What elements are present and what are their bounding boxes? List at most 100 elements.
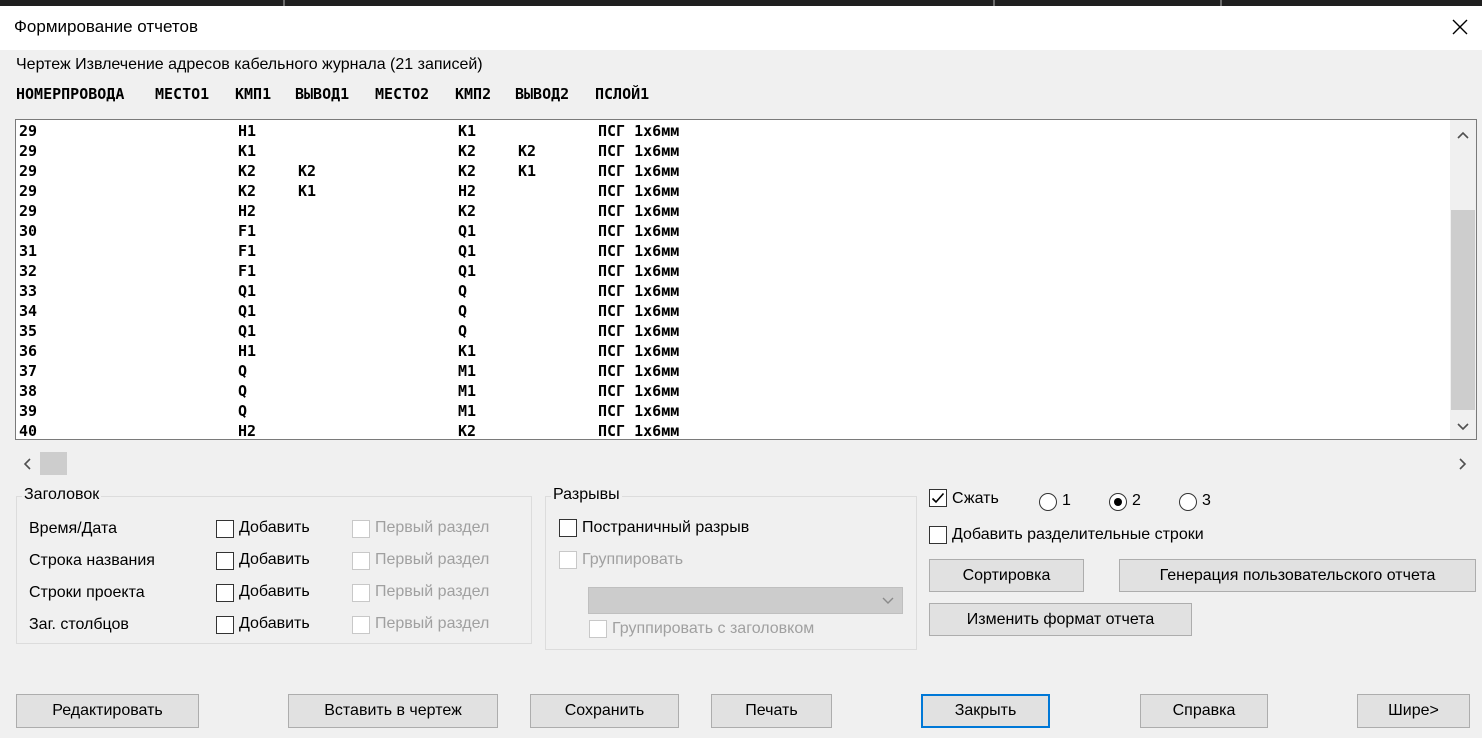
separator-rows-label[interactable]: Добавить разделительные строки bbox=[952, 526, 1204, 544]
table-cell: ПСГ 1х6мм bbox=[598, 302, 680, 320]
group-checkbox[interactable] bbox=[559, 551, 577, 569]
table-cell: 39 bbox=[19, 402, 38, 420]
title-line-add-label[interactable]: Добавить bbox=[239, 551, 310, 569]
table-cell: F1 bbox=[238, 242, 257, 260]
report-listbox[interactable]: 29 H1 K1 ПСГ 1х6мм 29 K1 K2 K2 ПСГ 1х6мм 29 K2 K2 K2… bbox=[15, 119, 1477, 440]
close-icon bbox=[1452, 19, 1468, 35]
table-cell: 37 bbox=[19, 362, 38, 380]
scroll-left-arrow[interactable] bbox=[17, 452, 37, 475]
custom-report-button[interactable]: Генерация пользовательского отчета bbox=[1119, 559, 1476, 592]
column-header: ВЫВОД2 bbox=[515, 85, 570, 103]
vertical-scroll-thumb[interactable] bbox=[1451, 210, 1475, 410]
table-cell: 35 bbox=[19, 322, 38, 340]
table-cell: 32 bbox=[19, 262, 38, 280]
chevron-left-icon bbox=[23, 457, 31, 470]
compress-checkbox[interactable] bbox=[929, 489, 947, 507]
sort-button[interactable]: Сортировка bbox=[929, 559, 1084, 592]
table-cell: Q bbox=[238, 402, 248, 420]
column-header: НОМЕРПРОВОДА bbox=[16, 85, 125, 103]
group-with-header-label: Группировать с заголовком bbox=[612, 620, 815, 637]
wider-button[interactable]: Шире> bbox=[1357, 694, 1470, 728]
datetime-add-label[interactable]: Добавить bbox=[239, 519, 310, 537]
compress-radio-3[interactable] bbox=[1179, 493, 1197, 511]
project-lines-label: Строки проекта bbox=[29, 584, 145, 601]
column-headers-label: Заг. столбцов bbox=[29, 616, 129, 633]
change-format-button[interactable]: Изменить формат отчета bbox=[929, 603, 1192, 636]
column-header: КМП1 bbox=[235, 85, 272, 103]
table-cell: Q1 bbox=[238, 322, 257, 340]
page-break-checkbox[interactable] bbox=[559, 519, 577, 537]
horizontal-scrollbar[interactable] bbox=[15, 452, 1477, 476]
table-cell: K2 bbox=[458, 142, 477, 160]
datetime-first-checkbox[interactable] bbox=[352, 520, 370, 538]
column-header: МЕСТО2 bbox=[375, 85, 430, 103]
breaks-group-title: Разрывы bbox=[551, 486, 622, 504]
table-cell: K2 bbox=[458, 422, 477, 440]
column-headers-first-label: Первый раздел bbox=[375, 615, 490, 632]
title-line-first-label: Первый раздел bbox=[375, 551, 490, 568]
table-cell: 36 bbox=[19, 342, 38, 360]
horizontal-scroll-thumb[interactable] bbox=[40, 452, 67, 475]
scroll-right-arrow[interactable] bbox=[1453, 452, 1473, 475]
table-cell: Q bbox=[458, 302, 468, 320]
table-cell: K1 bbox=[458, 342, 477, 360]
compress-radio-3-label[interactable]: 3 bbox=[1202, 492, 1211, 510]
table-cell: Q1 bbox=[458, 242, 477, 260]
project-lines-first-checkbox[interactable] bbox=[352, 584, 370, 602]
group-field-select[interactable] bbox=[588, 587, 903, 614]
help-button[interactable]: Справка bbox=[1140, 694, 1268, 728]
table-cell: 29 bbox=[19, 142, 38, 160]
table-cell: 30 bbox=[19, 222, 38, 240]
edit-button[interactable]: Редактировать bbox=[16, 694, 199, 728]
compress-radio-2-label[interactable]: 2 bbox=[1132, 492, 1141, 510]
compress-radio-1-label[interactable]: 1 bbox=[1062, 492, 1071, 510]
radio-selected-dot bbox=[1114, 498, 1122, 506]
table-cell: 34 bbox=[19, 302, 38, 320]
group-with-header-checkbox[interactable] bbox=[589, 620, 607, 638]
table-cell: ПСГ 1х6мм bbox=[598, 382, 680, 400]
header-group-title: Заголовок bbox=[22, 486, 102, 504]
project-lines-add-label[interactable]: Добавить bbox=[239, 583, 310, 601]
separator-rows-checkbox[interactable] bbox=[929, 526, 947, 544]
window-title: Формирование отчетов bbox=[14, 17, 198, 36]
table-cell: Q bbox=[458, 282, 468, 300]
close-button[interactable] bbox=[1440, 8, 1480, 46]
scroll-down-arrow[interactable] bbox=[1450, 416, 1476, 438]
table-cell: Q1 bbox=[458, 222, 477, 240]
table-cell: K2 bbox=[518, 142, 537, 160]
page-break-label[interactable]: Постраничный разрыв bbox=[582, 519, 749, 537]
vertical-scrollbar[interactable] bbox=[1450, 120, 1476, 439]
table-cell: H1 bbox=[238, 342, 257, 360]
table-cell: K2 bbox=[238, 162, 257, 180]
project-lines-add-checkbox[interactable] bbox=[216, 584, 234, 602]
table-cell: K2 bbox=[458, 202, 477, 220]
scroll-up-arrow[interactable] bbox=[1450, 124, 1476, 146]
table-cell: ПСГ 1х6мм bbox=[598, 342, 680, 360]
table-cell: Q bbox=[458, 322, 468, 340]
table-cell: 29 bbox=[19, 122, 38, 140]
datetime-add-checkbox[interactable] bbox=[216, 520, 234, 538]
title-line-label: Строка названия bbox=[29, 552, 155, 569]
column-headers-add-checkbox[interactable] bbox=[216, 616, 234, 634]
print-button[interactable]: Печать bbox=[711, 694, 832, 728]
title-bar bbox=[0, 6, 1482, 50]
table-cell: ПСГ 1х6мм bbox=[598, 162, 680, 180]
chevron-up-icon bbox=[1457, 131, 1469, 139]
close-dialog-button[interactable]: Закрыть bbox=[921, 694, 1050, 728]
table-cell: H1 bbox=[238, 122, 257, 140]
title-line-add-checkbox[interactable] bbox=[216, 552, 234, 570]
compress-radio-2[interactable] bbox=[1109, 493, 1127, 511]
datetime-label: Время/Дата bbox=[29, 520, 118, 537]
table-cell: ПСГ 1х6мм bbox=[598, 202, 680, 220]
column-headers-add-label[interactable]: Добавить bbox=[239, 615, 310, 633]
table-cell: 40 bbox=[19, 422, 38, 440]
save-button[interactable]: Сохранить bbox=[530, 694, 679, 728]
table-cell: K2 bbox=[458, 162, 477, 180]
compress-radio-1[interactable] bbox=[1039, 493, 1057, 511]
compress-label[interactable]: Сжать bbox=[952, 490, 999, 508]
insert-into-drawing-button[interactable]: Вставить в чертеж bbox=[288, 694, 498, 728]
title-line-first-checkbox[interactable] bbox=[352, 552, 370, 570]
table-cell: M1 bbox=[458, 362, 477, 380]
table-cell: 29 bbox=[19, 182, 38, 200]
column-headers-first-checkbox[interactable] bbox=[352, 616, 370, 634]
